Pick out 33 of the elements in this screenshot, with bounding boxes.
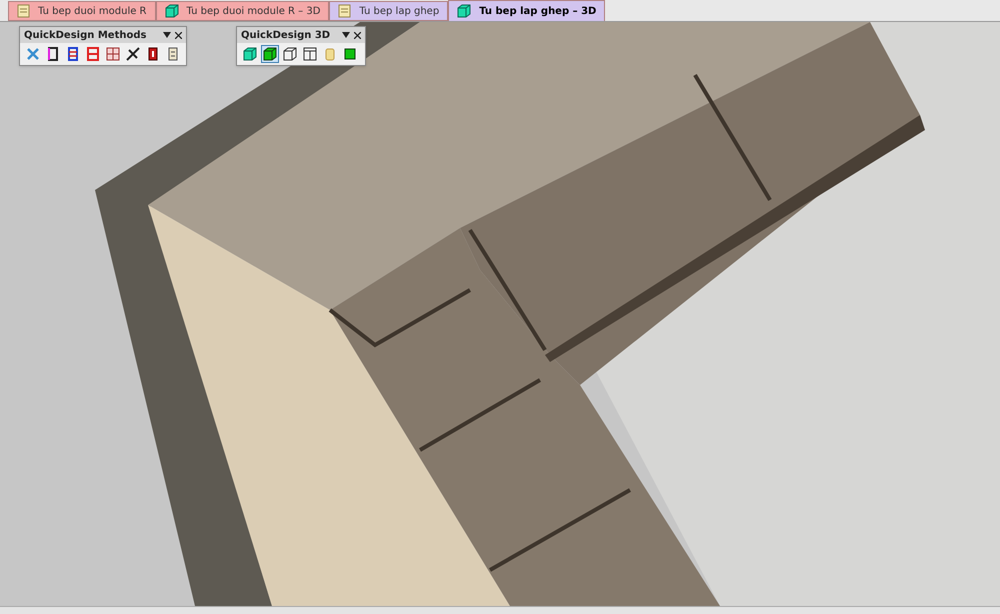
document-tab[interactable]: Tu bep duoi module R – 3D xyxy=(156,1,330,21)
cube-icon xyxy=(164,4,178,18)
document-tab[interactable]: Tu bep lap ghep xyxy=(329,1,448,21)
tool-button[interactable] xyxy=(104,45,122,63)
cube-icon xyxy=(243,47,257,61)
tool-button[interactable] xyxy=(301,45,319,63)
panel-icon xyxy=(46,47,60,61)
cube-icon xyxy=(457,4,472,18)
cube-icon xyxy=(263,47,277,61)
cube-icon xyxy=(343,47,357,61)
toolbar-title: QuickDesign 3D xyxy=(241,28,330,42)
tool-button[interactable] xyxy=(281,45,299,63)
tool-button[interactable] xyxy=(124,45,142,63)
drawer-icon xyxy=(166,47,180,61)
document-tab[interactable]: Tu bep lap ghep – 3D xyxy=(448,0,606,21)
connector-icon xyxy=(126,47,140,61)
tool-button[interactable] xyxy=(261,45,279,63)
shelves-icon xyxy=(86,47,100,61)
document-icon xyxy=(338,4,352,18)
door-icon xyxy=(146,47,160,61)
toolbar-title: QuickDesign Methods xyxy=(24,28,146,42)
wireframe-cube-icon xyxy=(283,47,297,61)
shelves-icon xyxy=(66,47,80,61)
grid-icon xyxy=(106,47,120,61)
close-icon[interactable] xyxy=(175,32,182,38)
caret-icon[interactable] xyxy=(163,32,171,38)
cylinder-icon xyxy=(323,47,337,61)
front-view-icon xyxy=(303,47,317,61)
document-icon xyxy=(17,4,30,18)
document-tab[interactable]: Tu bep duoi module R xyxy=(8,1,156,21)
tools-icon xyxy=(26,47,40,61)
close-icon[interactable] xyxy=(354,32,362,38)
caret-icon[interactable] xyxy=(342,32,350,38)
